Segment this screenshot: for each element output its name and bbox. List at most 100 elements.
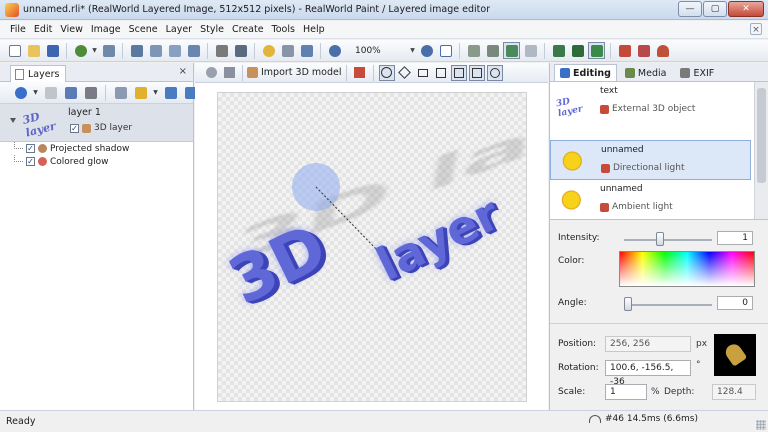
list-item[interactable]: unnamed Ambient light <box>550 180 751 219</box>
menu-edit[interactable]: Edit <box>30 24 56 35</box>
rotation-field[interactable]: 100.6, -156.5, -36 <box>605 360 691 387</box>
resize-icon[interactable] <box>298 42 315 59</box>
import-3d-model-button[interactable]: Import 3D model <box>242 64 347 81</box>
menu-view[interactable]: View <box>56 24 87 35</box>
crop-icon[interactable] <box>232 42 249 59</box>
intensity-slider-thumb[interactable] <box>656 232 664 246</box>
print-icon[interactable] <box>616 42 633 59</box>
group-icon[interactable] <box>42 84 59 101</box>
toolbar-separator <box>372 64 374 81</box>
layer-row[interactable]: 3D layer layer 1 ✓ 3D layer <box>0 104 193 142</box>
angle-slider-track[interactable] <box>624 304 712 306</box>
angle-slider-thumb[interactable] <box>624 297 632 311</box>
menu-tools[interactable]: Tools <box>268 24 299 35</box>
depth-field[interactable]: 128.4 <box>712 384 756 400</box>
object-preview <box>714 334 756 376</box>
effect-colored-glow[interactable]: ✓ Colored glow <box>0 155 193 168</box>
position-label: Position: <box>558 339 597 349</box>
menu-layer[interactable]: Layer <box>162 24 197 35</box>
resize-grip-icon[interactable] <box>756 420 766 430</box>
intensity-slider-track[interactable] <box>624 239 712 241</box>
tab-layers[interactable]: Layers <box>10 65 67 82</box>
intensity-input[interactable]: 1 <box>717 231 753 245</box>
menu-file[interactable]: File <box>6 24 30 35</box>
document-close-icon[interactable]: × <box>750 23 762 35</box>
collapse-triangle-icon[interactable] <box>10 118 16 123</box>
layer-back-icon[interactable] <box>465 42 482 59</box>
image-layers-icon[interactable] <box>569 42 586 59</box>
scale-tool-icon[interactable] <box>433 65 449 81</box>
undo-dropdown-icon[interactable]: ▼ <box>91 47 98 54</box>
tab-exif[interactable]: EXIF <box>674 64 720 81</box>
fit-screen-icon[interactable] <box>437 42 454 59</box>
delete-layer-icon[interactable] <box>82 84 99 101</box>
layers-panel: Layers × ▼ ▼ 3D layer layer 1 ✓ 3D layer… <box>0 63 197 410</box>
panel-close-icon[interactable]: × <box>179 66 187 77</box>
image-active-icon[interactable] <box>588 42 605 59</box>
image-icon[interactable] <box>550 42 567 59</box>
node-tool-icon[interactable] <box>486 64 503 81</box>
list-item[interactable]: unnamed Directional light <box>550 140 751 180</box>
cut-icon[interactable] <box>128 42 145 59</box>
undo-icon[interactable] <box>72 42 89 59</box>
add-layer-dropdown-icon[interactable]: ▼ <box>32 89 39 96</box>
layer-properties-icon[interactable] <box>112 84 129 101</box>
app-icon[interactable] <box>5 2 19 17</box>
image-canvas[interactable]: 3D layer 3D layer <box>217 92 527 402</box>
pen-tool-icon[interactable] <box>468 64 485 81</box>
sparkle-icon[interactable] <box>203 65 219 81</box>
minimize-button[interactable]: — <box>678 1 702 17</box>
arrow-right-icon[interactable] <box>522 42 539 59</box>
paste-icon[interactable] <box>166 42 183 59</box>
close-button[interactable]: ✕ <box>728 1 764 17</box>
layer-style-icon[interactable] <box>132 84 149 101</box>
remove-object-icon[interactable] <box>352 65 368 81</box>
menu-image[interactable]: Image <box>87 24 125 35</box>
tab-editing[interactable]: Editing <box>554 64 617 81</box>
save-icon[interactable] <box>44 42 61 59</box>
move-tool-icon[interactable] <box>397 65 413 81</box>
paste-new-icon[interactable] <box>185 42 202 59</box>
redo-icon[interactable] <box>100 42 117 59</box>
user-icon[interactable] <box>654 42 671 59</box>
scrollbar-thumb[interactable] <box>757 88 766 183</box>
tab-media[interactable]: Media <box>619 64 673 81</box>
angle-input[interactable]: 0 <box>717 296 753 310</box>
open-folder-icon[interactable] <box>25 42 42 59</box>
object-list-scrollbar[interactable] <box>754 82 768 219</box>
zoom-dropdown-icon[interactable]: ▼ <box>409 47 416 54</box>
new-file-icon[interactable] <box>6 42 23 59</box>
zoom-out-icon[interactable] <box>326 42 343 59</box>
list-item[interactable]: 3D layer text External 3D object <box>550 82 751 122</box>
menu-style[interactable]: Style <box>196 24 228 35</box>
copy-icon[interactable] <box>147 42 164 59</box>
maximize-button[interactable]: ▢ <box>703 1 727 17</box>
layer-3d-checkbox[interactable]: ✓ <box>70 123 79 133</box>
pan-tool-icon[interactable] <box>415 65 431 81</box>
layer-style-dropdown-icon[interactable]: ▼ <box>152 89 159 96</box>
layer-front-icon[interactable] <box>484 42 501 59</box>
layer-mode-icon[interactable] <box>503 42 520 59</box>
duplicate-layer-icon[interactable] <box>62 84 79 101</box>
copy-tool-icon[interactable] <box>450 64 467 81</box>
color-picker[interactable] <box>619 251 755 287</box>
palette-icon[interactable] <box>635 42 652 59</box>
zoom-select[interactable]: 100% <box>347 43 407 59</box>
key-icon[interactable] <box>260 42 277 59</box>
projected-shadow-checkbox[interactable]: ✓ <box>26 144 35 153</box>
wave-icon[interactable] <box>221 65 237 81</box>
menu-scene[interactable]: Scene <box>125 24 162 35</box>
effect-projected-shadow[interactable]: ✓ Projected shadow <box>0 142 193 155</box>
move-up-icon[interactable] <box>162 84 179 101</box>
menu-help[interactable]: Help <box>299 24 329 35</box>
rotate-tool-icon[interactable] <box>378 64 395 81</box>
scale-field[interactable]: 1 <box>605 384 647 400</box>
grid-icon[interactable] <box>213 42 230 59</box>
position-field[interactable]: 256, 256 <box>605 336 691 352</box>
add-layer-icon[interactable] <box>12 84 29 101</box>
zoom-in-icon[interactable] <box>418 42 435 59</box>
colored-glow-checkbox[interactable]: ✓ <box>26 157 35 166</box>
tab-editing-label: Editing <box>573 67 611 79</box>
menu-create[interactable]: Create <box>228 24 268 35</box>
transform-icon[interactable] <box>279 42 296 59</box>
